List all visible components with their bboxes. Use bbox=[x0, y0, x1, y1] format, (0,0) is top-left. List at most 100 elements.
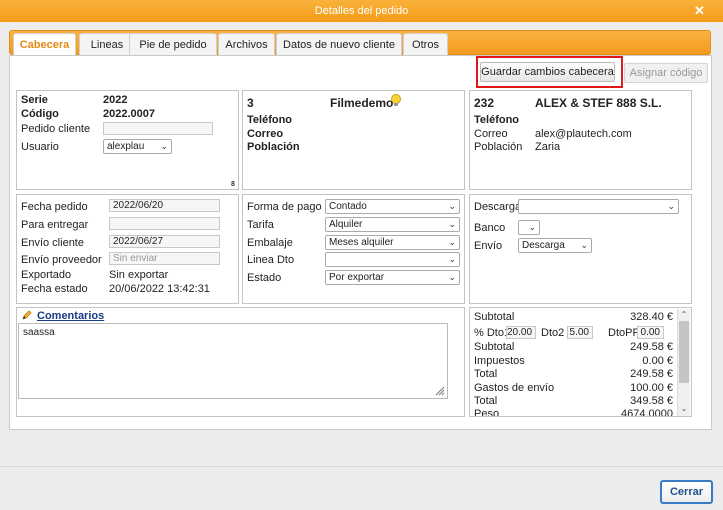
pencil-icon bbox=[22, 310, 32, 320]
store-number: 3 bbox=[247, 96, 254, 110]
fecha-pedido-label: Fecha pedido bbox=[21, 201, 88, 213]
chevron-down-icon: ⌄ bbox=[448, 201, 456, 211]
store-correo-label: Correo bbox=[247, 128, 284, 140]
embalaje-select[interactable]: Meses alquiler ⌄ bbox=[325, 235, 460, 250]
envio-cliente-label: Envío cliente bbox=[21, 237, 84, 249]
gastos-envio-label: Gastos de envío bbox=[474, 382, 555, 394]
subtotal2-value: 249.58 € bbox=[630, 341, 673, 353]
subtotal2-label: Subtotal bbox=[474, 341, 515, 353]
envio-proveedor-input[interactable]: Sin enviar bbox=[109, 252, 220, 265]
window-title: Detalles del pedido bbox=[314, 5, 409, 17]
descarga-label: Descarga bbox=[474, 201, 522, 213]
chevron-down-icon: ⌄ bbox=[667, 201, 675, 211]
banco-label: Banco bbox=[474, 222, 506, 234]
dto2-label: Dto2 bbox=[541, 327, 565, 339]
banco-select[interactable]: ⌄ bbox=[518, 220, 540, 235]
fecha-estado-label: Fecha estado bbox=[21, 283, 88, 295]
codigo-label: Código bbox=[21, 108, 59, 120]
customer-number: 232 bbox=[474, 96, 495, 110]
resize-grip-icon[interactable] bbox=[435, 386, 445, 396]
dtopp-label: DtoPP bbox=[608, 327, 640, 339]
chevron-down-icon: ⌄ bbox=[160, 141, 168, 151]
linea-dto-label: Linea Dto bbox=[247, 254, 295, 266]
para-entregar-label: Para entregar bbox=[21, 219, 89, 231]
customer-telefono-label: Teléfono bbox=[474, 114, 520, 126]
window-titlebar: Detalles del pedido ✕ bbox=[0, 0, 723, 22]
envio-select[interactable]: Descarga ⌄ bbox=[518, 238, 592, 253]
fecha-estado-value: 20/06/2022 13:42:31 bbox=[109, 283, 210, 295]
chevron-down-icon: ⌄ bbox=[448, 272, 456, 282]
comments-link[interactable]: Comentarios bbox=[37, 310, 104, 322]
estado-select[interactable]: Por exportar ⌄ bbox=[325, 270, 460, 285]
tab-lineas[interactable]: Lineas bbox=[79, 33, 135, 57]
customer-poblacion-value: Zaria bbox=[535, 141, 561, 153]
usuario-select[interactable]: alexplau ⌄ bbox=[103, 139, 172, 154]
subtotal-label: Subtotal bbox=[474, 311, 515, 323]
peso-value: 4674.0000 bbox=[621, 408, 673, 416]
tarifa-label: Tarifa bbox=[247, 219, 274, 231]
exportado-label: Exportado bbox=[21, 269, 72, 281]
embalaje-label: Embalaje bbox=[247, 237, 293, 249]
chevron-down-icon: ⌄ bbox=[528, 222, 536, 232]
usuario-value: alexplau bbox=[107, 141, 145, 152]
customer-name: ALEX & STEF 888 S.L. bbox=[535, 96, 662, 110]
impuestos-value: 0.00 € bbox=[642, 355, 673, 367]
close-button[interactable]: Cerrar bbox=[660, 480, 713, 504]
exportado-value: Sin exportar bbox=[109, 269, 169, 281]
envio-label: Envío bbox=[474, 240, 503, 252]
chevron-down-icon: ⌄ bbox=[448, 254, 456, 264]
footer-divider bbox=[0, 466, 723, 467]
assign-code-button[interactable]: Asignar código bbox=[624, 63, 708, 83]
gastos-envio-value: 100.00 € bbox=[630, 382, 673, 394]
scrollbar-thumb[interactable] bbox=[679, 321, 689, 383]
serie-value: 2022 bbox=[103, 94, 128, 106]
store-poblacion-label: Población bbox=[247, 141, 300, 153]
corner-number: 8 bbox=[231, 181, 235, 188]
forma-pago-label: Forma de pago bbox=[247, 201, 322, 213]
pedido-cliente-input[interactable] bbox=[103, 122, 213, 135]
linea-dto-select[interactable]: ⌄ bbox=[325, 252, 460, 267]
tab-otros[interactable]: Otros bbox=[403, 33, 448, 57]
dto2-input[interactable]: 5.00 bbox=[567, 326, 593, 339]
tab-bar: Cabecera Lineas Pie de pedido Archivos D… bbox=[9, 30, 711, 58]
customer-poblacion-label: Población bbox=[474, 141, 523, 153]
forma-pago-select[interactable]: Contado ⌄ bbox=[325, 199, 460, 214]
scroll-up-icon[interactable]: ⌃ bbox=[679, 310, 689, 319]
tab-pie-de-pedido[interactable]: Pie de pedido bbox=[129, 33, 217, 57]
customer-correo-label: Correo bbox=[474, 128, 508, 140]
descarga-select[interactable]: ⌄ bbox=[518, 199, 679, 214]
chevron-down-icon: ⌄ bbox=[448, 219, 456, 229]
envio-cliente-input[interactable]: 2022/06/27 bbox=[109, 235, 220, 248]
chevron-down-icon: ⌄ bbox=[580, 240, 588, 250]
store-telefono-label: Teléfono bbox=[247, 114, 293, 126]
para-entregar-input[interactable] bbox=[109, 217, 220, 230]
estado-label: Estado bbox=[247, 272, 282, 284]
close-icon[interactable]: ✕ bbox=[692, 3, 707, 18]
store-name: Filmedemo bbox=[330, 96, 394, 110]
fecha-pedido-input[interactable]: 2022/06/20 bbox=[109, 199, 220, 212]
envio-proveedor-label: Envío proveedor bbox=[21, 254, 102, 266]
tarifa-select[interactable]: Alquiler ⌄ bbox=[325, 217, 460, 232]
forma-pago-value: Contado bbox=[329, 201, 367, 212]
envio-value: Descarga bbox=[522, 240, 565, 251]
customer-correo-value: alex@plautech.com bbox=[535, 128, 632, 140]
lightbulb-icon[interactable] bbox=[390, 94, 402, 108]
dtopp-input[interactable]: 0.00 bbox=[637, 326, 664, 339]
chevron-down-icon: ⌄ bbox=[448, 237, 456, 247]
comments-textarea[interactable]: saassa bbox=[18, 323, 448, 399]
total-label: Total bbox=[474, 368, 498, 380]
peso-row-clip: Peso 4674.0000 bbox=[470, 408, 676, 416]
tab-datos-nuevo-cliente[interactable]: Datos de nuevo cliente bbox=[276, 33, 402, 57]
scroll-down-icon[interactable]: ⌄ bbox=[679, 404, 689, 413]
total2-value: 349.58 € bbox=[630, 395, 673, 407]
peso-label: Peso bbox=[474, 408, 500, 416]
pedido-cliente-label: Pedido cliente bbox=[21, 123, 91, 135]
embalaje-value: Meses alquiler bbox=[329, 237, 394, 248]
serie-label: Serie bbox=[21, 94, 48, 106]
dto1-label: % Dto1 bbox=[474, 327, 511, 339]
codigo-value: 2022.0007 bbox=[103, 108, 155, 120]
dto1-input[interactable]: 20.00 bbox=[506, 326, 536, 339]
save-header-button[interactable]: Guardar cambios cabecera bbox=[480, 62, 615, 82]
usuario-label: Usuario bbox=[21, 141, 59, 153]
tab-archivos[interactable]: Archivos bbox=[218, 33, 275, 57]
